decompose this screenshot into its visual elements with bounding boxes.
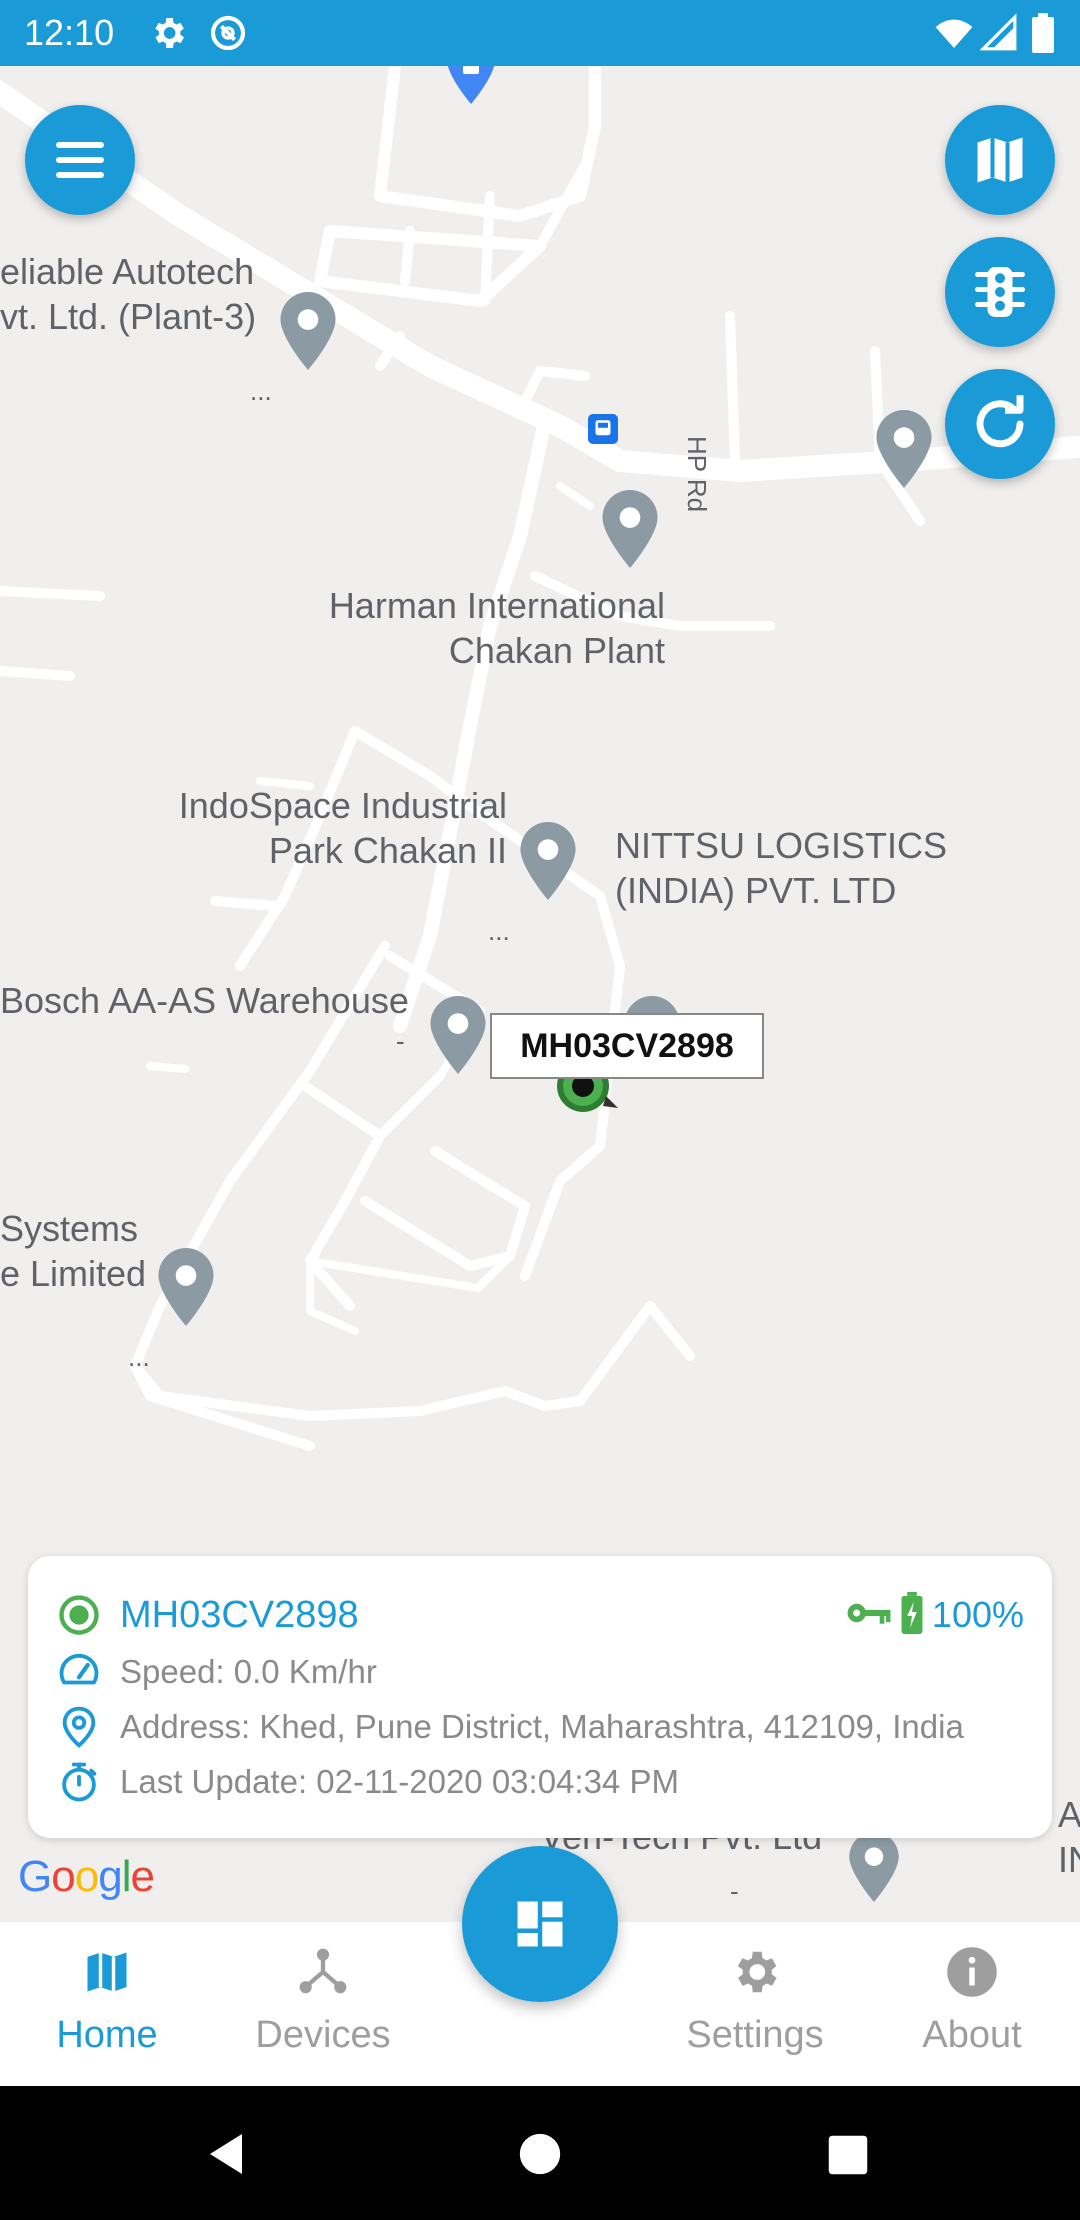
nav-home[interactable]: Home <box>7 1922 207 2086</box>
stopwatch-icon <box>56 1759 102 1805</box>
bus-stop-icon[interactable] <box>588 414 618 444</box>
status-time: 12:10 <box>24 12 115 53</box>
traffic-light-icon <box>975 267 1025 317</box>
map-ellipsis: ... <box>488 916 510 946</box>
nav-home-label: Home <box>56 2014 158 2056</box>
menu-icon <box>56 142 104 178</box>
map-ellipsis: ... <box>128 1342 150 1372</box>
online-status-icon <box>56 1592 102 1638</box>
location-pin-icon <box>56 1704 102 1750</box>
address-text: Address: Khed, Pune District, Maharashtr… <box>120 1708 964 1745</box>
recents-icon[interactable] <box>827 2134 869 2176</box>
vehicle-plate: MH03CV2898 <box>120 1593 359 1636</box>
last-update-row: Last Update: 02-11-2020 03:04:34 PM <box>56 1757 679 1807</box>
destination-pin-icon[interactable] <box>446 60 496 104</box>
poi-pin-icon[interactable] <box>280 292 336 370</box>
map-label-systems: Systems e Limited <box>0 1208 147 1294</box>
refresh-button[interactable] <box>945 369 1055 479</box>
vehicle-marker-label[interactable]: MH03CV2898 <box>490 1013 764 1079</box>
status-bar: 12:10 <box>0 0 1080 66</box>
speed-row: Speed: 0.0 Km/hr <box>56 1647 377 1697</box>
last-update-text: Last Update: 02-11-2020 03:04:34 PM <box>120 1763 679 1800</box>
gear-icon <box>727 1944 783 2000</box>
poi-pin-icon[interactable] <box>158 1248 214 1326</box>
back-icon[interactable] <box>202 2130 250 2178</box>
map-dash: - <box>396 1026 405 1056</box>
map-label-bosch: Bosch AA-AS Warehouse <box>0 980 409 1021</box>
poi-pin-icon[interactable] <box>430 996 486 1074</box>
vehicle-status-indicators: 100% <box>846 1590 1024 1640</box>
map-label-hp-rd: HP Rd <box>682 436 712 513</box>
nav-about-label: About <box>922 2014 1022 2056</box>
speed-text: Speed: 0.0 Km/hr <box>120 1653 377 1690</box>
wifi-icon <box>934 13 974 58</box>
nav-settings-label: Settings <box>686 2014 824 2056</box>
poi-pin-icon[interactable] <box>846 1832 902 1902</box>
app-root: 12:10 eliable Autotech vt. Ltd. (Plant-3… <box>0 0 1080 2220</box>
system-navigation-bar <box>0 2086 1080 2220</box>
vehicle-plate-row: MH03CV2898 <box>56 1590 359 1640</box>
nav-about[interactable]: About <box>872 1922 1072 2086</box>
home-circle-icon[interactable] <box>518 2132 562 2176</box>
battery-percentage: 100% <box>931 1594 1024 1635</box>
poi-pin-icon[interactable] <box>520 822 576 900</box>
map-ellipsis: ... <box>250 376 272 406</box>
devices-icon <box>295 1944 351 2000</box>
info-icon <box>944 1944 1000 2000</box>
menu-button[interactable] <box>25 105 135 215</box>
map-label-indospace: IndoSpace Industrial Park Chakan II <box>178 785 507 871</box>
google-attribution: Google <box>18 1852 155 1901</box>
speedometer-icon <box>56 1649 102 1695</box>
map-label-nittsu: NITTSU LOGISTICS (INDIA) PVT. LTD <box>615 825 948 911</box>
vehicle-info-card[interactable]: MH03CV2898 100% Speed: 0.0 Km/hr Address… <box>28 1556 1052 1838</box>
map-label-harman: Harman International Chakan Plant <box>328 585 665 671</box>
battery-charging-icon <box>900 1591 924 1639</box>
settings-gear-icon <box>148 13 188 58</box>
map-type-button[interactable] <box>945 105 1055 215</box>
data-saver-icon <box>208 13 248 58</box>
map-icon <box>79 1944 135 2000</box>
dashboard-button[interactable] <box>462 1846 618 2002</box>
signal-icon <box>979 13 1018 58</box>
map-dash: - <box>730 1876 739 1906</box>
map-label-edge: A IN <box>1058 1794 1080 1880</box>
battery-icon <box>1030 13 1056 58</box>
poi-pin-icon[interactable] <box>876 410 932 488</box>
nav-settings[interactable]: Settings <box>655 1922 855 2086</box>
poi-pin-icon[interactable] <box>602 490 658 568</box>
refresh-icon <box>976 395 1024 448</box>
traffic-button[interactable] <box>945 237 1055 347</box>
dashboard-icon <box>517 1901 563 1947</box>
map-label-reliable-autotech: eliable Autotech vt. Ltd. (Plant-3) <box>0 251 257 337</box>
map-icon <box>977 137 1023 183</box>
nav-devices-label: Devices <box>255 2014 391 2056</box>
address-row: Address: Khed, Pune District, Maharashtr… <box>56 1702 964 1752</box>
nav-devices[interactable]: Devices <box>223 1922 423 2086</box>
ignition-key-icon <box>846 1598 892 1633</box>
